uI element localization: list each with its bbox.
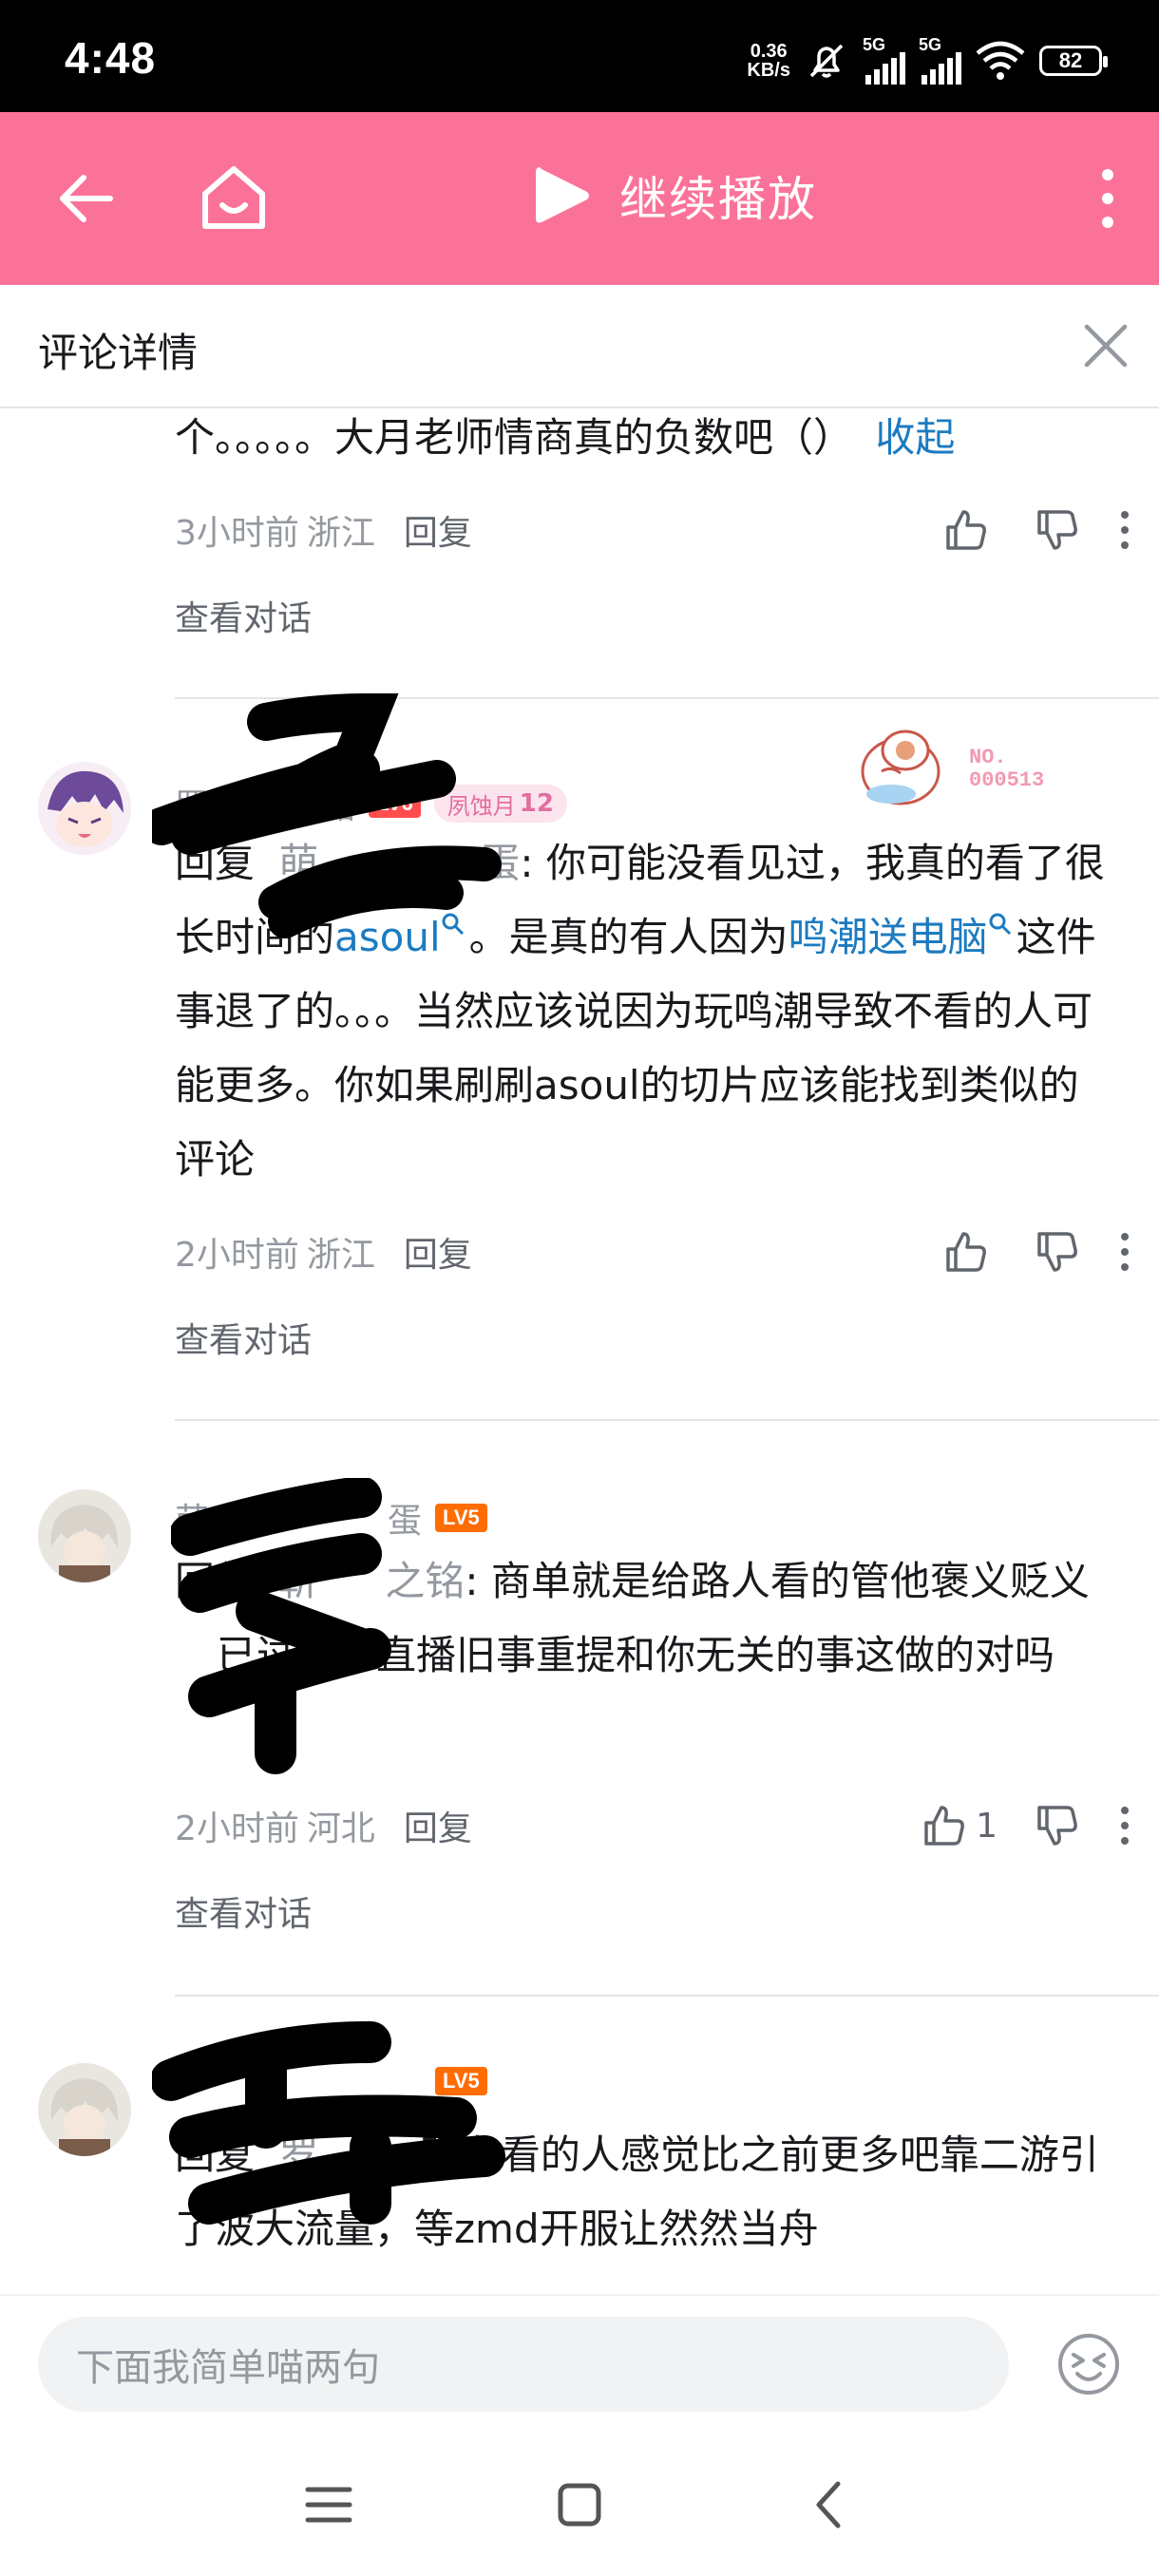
network-speed: 0.36 KB/s [747,42,790,80]
comment-time: 2小时前 [175,1809,299,1848]
status-icons: 0.36 KB/s 5G 5G 82 [747,32,1108,89]
collapse-link[interactable]: 收起 [875,414,955,461]
level-badge: LV5 [435,1504,487,1532]
comment-location: 浙江 [306,1236,375,1275]
battery-icon: 82 [1039,46,1108,76]
back-chevron-icon[interactable] [802,2476,859,2533]
fan-medal-name: 夙蚀月 [446,792,516,820]
reply-button[interactable]: 回复 [404,505,472,555]
like-count: 1 [976,1806,998,1846]
comment-location: 河北 [306,1809,375,1848]
alarm-off-icon [809,44,844,78]
comment-location: 浙江 [306,514,375,553]
comment-input-bar: 下面我简单喵两句 [0,2294,1159,2431]
panel-title: 评论详情 [38,330,199,376]
view-conversation-link[interactable]: 查看对话 [175,1313,312,1362]
more-vertical-icon[interactable] [1096,165,1119,232]
search-icon [442,913,464,936]
more-vertical-icon[interactable] [1119,509,1130,551]
level-badge: LV5 [435,2067,487,2095]
fan-card-sticker-icon [861,729,940,805]
comment-text: 回复 靳之铭: 商单就是给路人看的管他褒义贬义已过去了直播旧事重提和你无关的事这… [175,1558,1090,1678]
avatar[interactable] [38,1489,131,1582]
comment-actions [942,1223,1130,1280]
comment-meta: 2小时前 河北 回复 [175,1797,472,1854]
reply-button[interactable]: 回复 [404,1801,472,1850]
menu-icon[interactable] [300,2476,357,2533]
thumbs-up-icon[interactable] [921,1802,968,1849]
divider [175,697,1159,699]
username-row: 罗 铭 LV6 夙蚀月 12 [175,779,567,828]
view-conversation-link[interactable]: 查看对话 [175,1886,312,1936]
comment-time: 3小时前 [175,514,299,553]
signal-sim1-icon: 5G [863,35,905,85]
thumbs-down-icon[interactable] [1034,506,1081,554]
avatar[interactable] [38,2063,131,2156]
reply-target[interactable]: 靳 [278,1558,318,1604]
network-speed-value: 0.36 [750,41,788,62]
avatar[interactable] [38,762,131,855]
thumbs-down-icon[interactable] [1034,1802,1081,1849]
system-nav-bar [0,2429,1159,2576]
home-icon[interactable] [196,160,272,236]
reply-prefix: 回复 [175,1558,256,1604]
reply-prefix: 回复 [175,840,256,886]
comment-text: 回复 罗: 现在看的人感觉比之前更多吧靠二游引了波大流量，等zmd开服让然然当舟 [175,2131,1099,2252]
comment-text: 个。。。。。大月老师情商真的负数吧（） 收起 [175,408,1115,475]
level-badge: LV6 [369,789,421,818]
emoji-icon[interactable] [1056,2332,1121,2396]
back-arrow-icon[interactable] [53,165,120,232]
reply-prefix: 回复 [175,2131,256,2178]
app-bar: 继续播放 [0,112,1159,285]
comment-actions [942,502,1130,559]
signal-sim2-icon: 5G [919,35,961,85]
comment-meta: 3小时前 浙江 回复 [175,502,472,559]
more-vertical-icon[interactable] [1119,1231,1130,1273]
comment-time: 2小时前 [175,1236,299,1275]
username-suffix: 蛋 [388,1502,423,1541]
thumbs-up-icon[interactable] [942,506,990,554]
comment-input[interactable]: 下面我简单喵两句 [38,2317,1009,2412]
username-row: 萌 蛋 LV5 [175,1493,487,1543]
comment-actions: 1 [921,1797,1130,1854]
thumbs-up-icon[interactable] [942,1228,990,1276]
close-icon[interactable] [1079,319,1132,372]
fan-medal-level: 12 [519,789,554,818]
continue-play-button[interactable]: 继续播放 [532,161,817,230]
username-row: LV5 [175,2067,487,2095]
continue-play-label: 继续播放 [619,172,817,227]
comment-meta: 2小时前 浙江 回复 [175,1223,472,1280]
username[interactable]: 罗 [175,779,209,828]
username[interactable]: 萌 [175,1493,209,1543]
wifi-icon [976,41,1025,80]
search-link-asoul[interactable]: asoul [334,913,469,960]
username-suffix: 铭 [321,787,356,826]
network-speed-unit: KB/s [747,60,790,81]
comment-list[interactable]: 个。。。。。大月老师情商真的负数吧（） 收起 3小时前 浙江 回复 查看对话 罗… [0,408,1159,2294]
fan-medal-badge: 夙蚀月 12 [433,785,567,823]
status-bar: 4:48 0.36 KB/s 5G 5G 82 [0,0,1159,112]
divider [175,1995,1159,1997]
fan-card-number: NO. 000513 [969,746,1045,792]
comment-text: 回复 萌蛋: 你可能没看见过，我真的看了很长时间的asoul 。是真的有人因为鸣潮… [175,840,1105,1183]
divider [175,1419,1159,1421]
comment-text-tail: 个。。。。。大月老师情商真的负数吧（） [175,414,854,461]
play-icon [536,167,589,223]
reply-button[interactable]: 回复 [404,1227,472,1277]
reply-target[interactable]: 萌 [278,840,318,886]
view-conversation-link[interactable]: 查看对话 [175,591,312,640]
home-square-icon[interactable] [551,2476,608,2533]
more-vertical-icon[interactable] [1119,1805,1130,1847]
search-icon [989,913,1011,936]
search-link-mingchao[interactable]: 鸣潮送电脑 [788,913,1016,960]
comment-input-placeholder: 下面我简单喵两句 [76,2346,380,2390]
reply-target[interactable]: 罗 [278,2131,318,2178]
thumbs-down-icon[interactable] [1034,1228,1081,1276]
comment-detail-header: 评论详情 [0,285,1159,408]
status-time: 4:48 [65,33,157,83]
